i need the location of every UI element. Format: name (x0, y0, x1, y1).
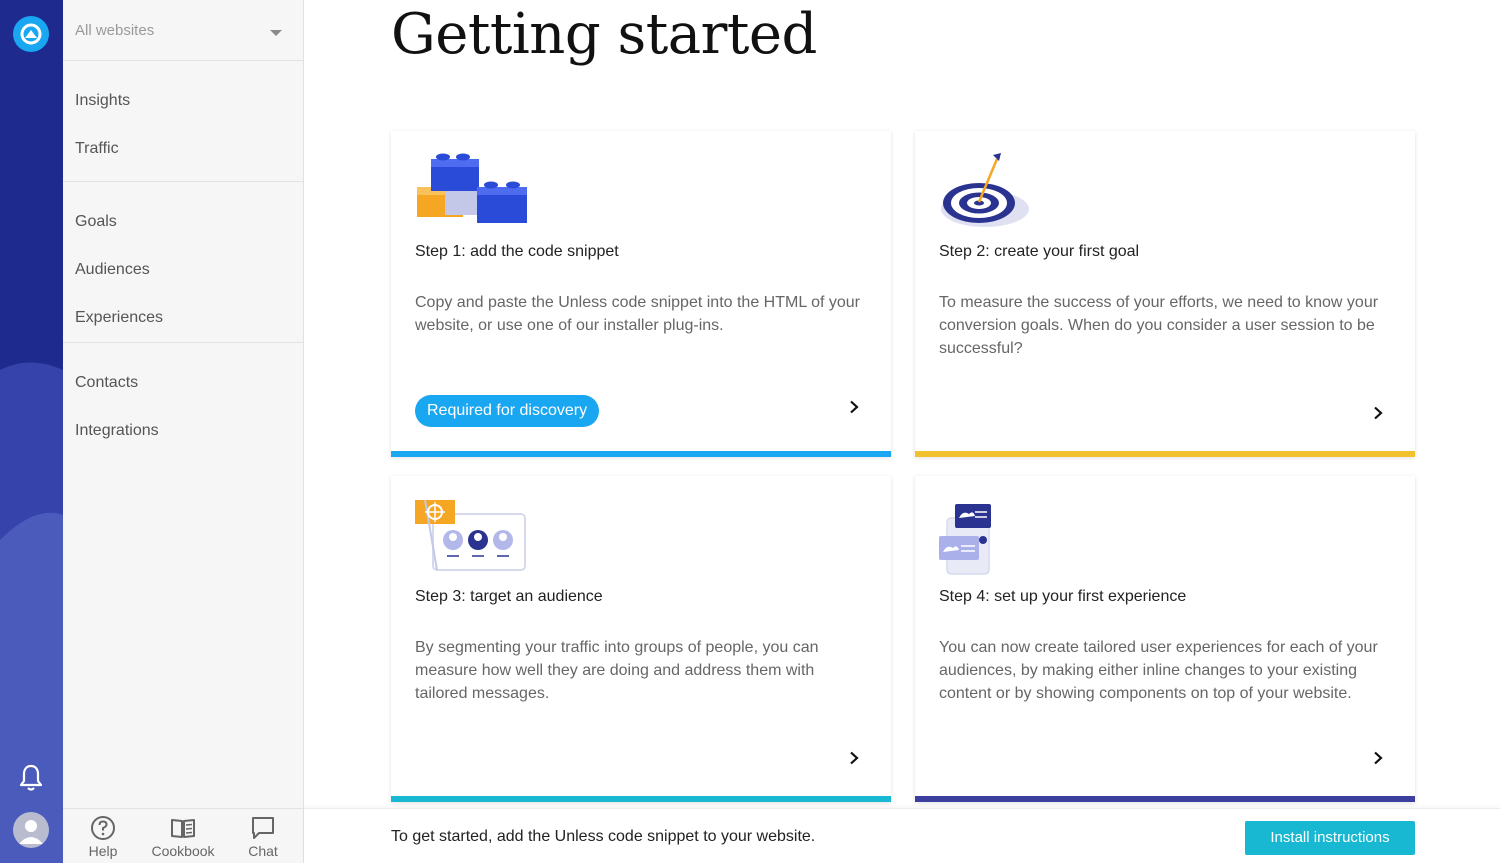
step-card-goal[interactable]: Step 2: create your first goal To measur… (915, 131, 1415, 457)
card-accent-bar (391, 451, 891, 457)
step-title: Step 3: target an audience (415, 588, 603, 605)
cookbook-button[interactable]: Cookbook (143, 809, 223, 863)
step-card-experience[interactable]: Step 4: set up your first experience You… (915, 476, 1415, 802)
target-arrow-icon (941, 153, 1029, 227)
chat-label: Chat (248, 843, 278, 859)
chat-button[interactable]: Chat (223, 809, 303, 863)
required-badge[interactable]: Required for discovery (415, 395, 600, 427)
audience-icon (415, 499, 526, 571)
card-accent-bar (391, 796, 891, 802)
chevron-right-icon[interactable] (847, 400, 861, 414)
chevron-right-icon[interactable] (1371, 751, 1385, 765)
footer-message: To get started, add the Unless code snip… (391, 828, 816, 845)
step-description: To measure the success of your efforts, … (939, 294, 1379, 357)
rail-wave-decoration (0, 362, 63, 863)
step-description: You can now create tailored user experie… (939, 639, 1378, 702)
nav-group-data: Contacts Integrations (63, 343, 303, 463)
user-avatar[interactable] (13, 812, 49, 848)
help-button[interactable]: Help (63, 809, 143, 863)
sidebar-item-goals[interactable]: Goals (63, 198, 303, 246)
nav-group-analytics: Insights Traffic (63, 61, 303, 182)
app-logo[interactable] (13, 16, 49, 52)
chevron-down-icon (270, 30, 282, 36)
card-accent-bar (915, 451, 1415, 457)
sidebar-item-contacts[interactable]: Contacts (63, 359, 303, 407)
cookbook-label: Cookbook (151, 843, 215, 859)
website-selector-value: All websites (75, 21, 155, 39)
step-title: Step 2: create your first goal (939, 243, 1140, 260)
help-circle-icon (91, 816, 115, 840)
page-title: Getting started (391, 2, 817, 67)
app-rail (0, 0, 63, 863)
main-content: Getting started Step 1: add the code sni… (304, 0, 1500, 808)
sidebar-item-audiences[interactable]: Audiences (63, 246, 303, 294)
sidebar-item-experiences[interactable]: Experiences (63, 294, 303, 342)
step-description: Copy and paste the Unless code snippet i… (415, 294, 860, 334)
nav-group-personalization: Goals Audiences Experiences (63, 182, 303, 343)
sidebar-item-insights[interactable]: Insights (63, 77, 303, 125)
logo-icon (20, 23, 42, 45)
onboarding-footer: To get started, add the Unless code snip… (304, 808, 1500, 863)
chevron-right-icon[interactable] (847, 751, 861, 765)
chat-bubble-icon (252, 817, 274, 839)
step-card-code-snippet[interactable]: Step 1: add the code snippet Copy and pa… (391, 131, 891, 457)
step-description: By segmenting your traffic into groups o… (415, 639, 819, 702)
building-blocks-icon (417, 153, 527, 223)
experience-icon (939, 504, 991, 575)
step-card-audience[interactable]: Step 3: target an audience By segmenting… (391, 476, 891, 802)
help-label: Help (88, 843, 118, 859)
sidebar-tools: Help Cookbook Chat (63, 808, 303, 863)
install-instructions-button[interactable]: Install instructions (1245, 821, 1415, 855)
step-title: Step 4: set up your first experience (939, 588, 1187, 605)
chevron-right-icon[interactable] (1371, 406, 1385, 420)
sidebar-item-traffic[interactable]: Traffic (63, 125, 303, 173)
card-accent-bar (915, 796, 1415, 802)
step-title: Step 1: add the code snippet (415, 243, 619, 260)
sidebar-item-integrations[interactable]: Integrations (63, 407, 303, 455)
sidebar: All websites Insights Traffic Goals Audi… (63, 0, 304, 863)
person-icon (19, 820, 43, 844)
book-icon (171, 819, 195, 838)
bell-icon[interactable] (18, 763, 44, 793)
website-selector[interactable]: All websites (63, 0, 303, 61)
